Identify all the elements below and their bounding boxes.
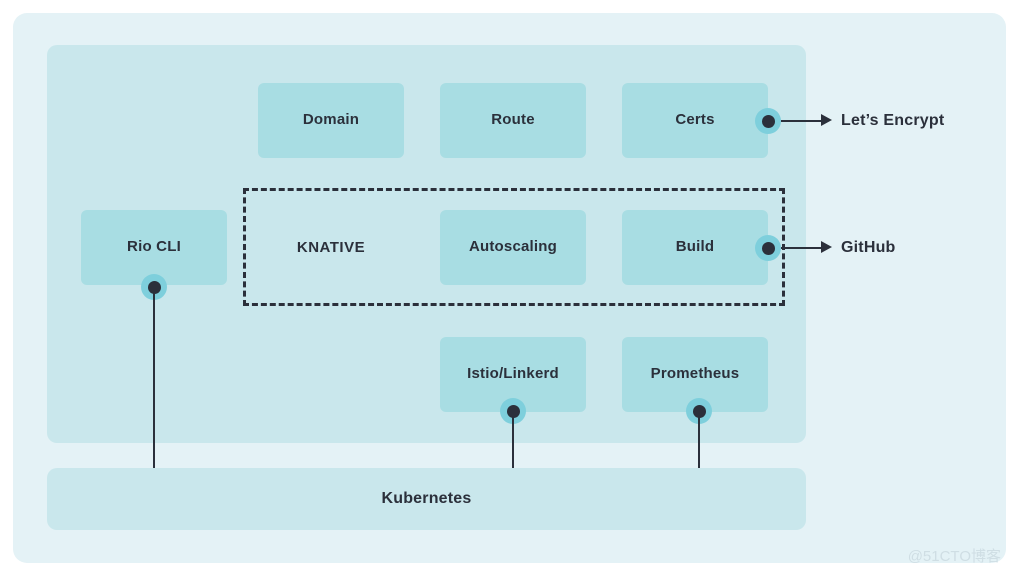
- box-domain[interactable]: Domain: [258, 83, 404, 158]
- box-istio-linkerd-label: Istio/Linkerd: [467, 365, 559, 383]
- box-route-label: Route: [491, 111, 535, 129]
- connector-line-rio-cli-kubernetes: [153, 287, 155, 481]
- external-label-github: GitHub: [841, 239, 896, 256]
- box-certs[interactable]: Certs: [622, 83, 768, 158]
- arrowhead-icon-certs-lets-encrypt: [821, 114, 832, 126]
- platform-bar-label: Kubernetes: [381, 490, 472, 507]
- box-prometheus-label: Prometheus: [650, 365, 740, 383]
- box-build-label: Build: [675, 238, 715, 256]
- box-certs-label: Certs: [675, 111, 715, 129]
- box-route[interactable]: Route: [440, 83, 586, 158]
- box-build[interactable]: Build: [622, 210, 768, 285]
- box-autoscaling[interactable]: Autoscaling: [440, 210, 586, 285]
- external-label-lets-encrypt: Let’s Encrypt: [841, 112, 945, 129]
- diagram-canvas: KNATIVE Domain Route Certs Let’s Encrypt…: [0, 0, 1019, 576]
- arrowhead-icon-build-github: [821, 241, 832, 253]
- connector-dot-certs: [755, 108, 781, 134]
- platform-bar-kubernetes[interactable]: Kubernetes: [47, 468, 806, 530]
- knative-group-label: KNATIVE: [296, 238, 366, 256]
- connector-line-build-github: [781, 247, 821, 249]
- connector-dot-build: [755, 235, 781, 261]
- watermark: @51CTO博客: [907, 548, 1001, 565]
- connector-line-certs-lets-encrypt: [781, 120, 821, 122]
- box-domain-label: Domain: [302, 111, 360, 129]
- box-autoscaling-label: Autoscaling: [468, 238, 558, 256]
- box-rio-cli-label: Rio CLI: [127, 238, 181, 256]
